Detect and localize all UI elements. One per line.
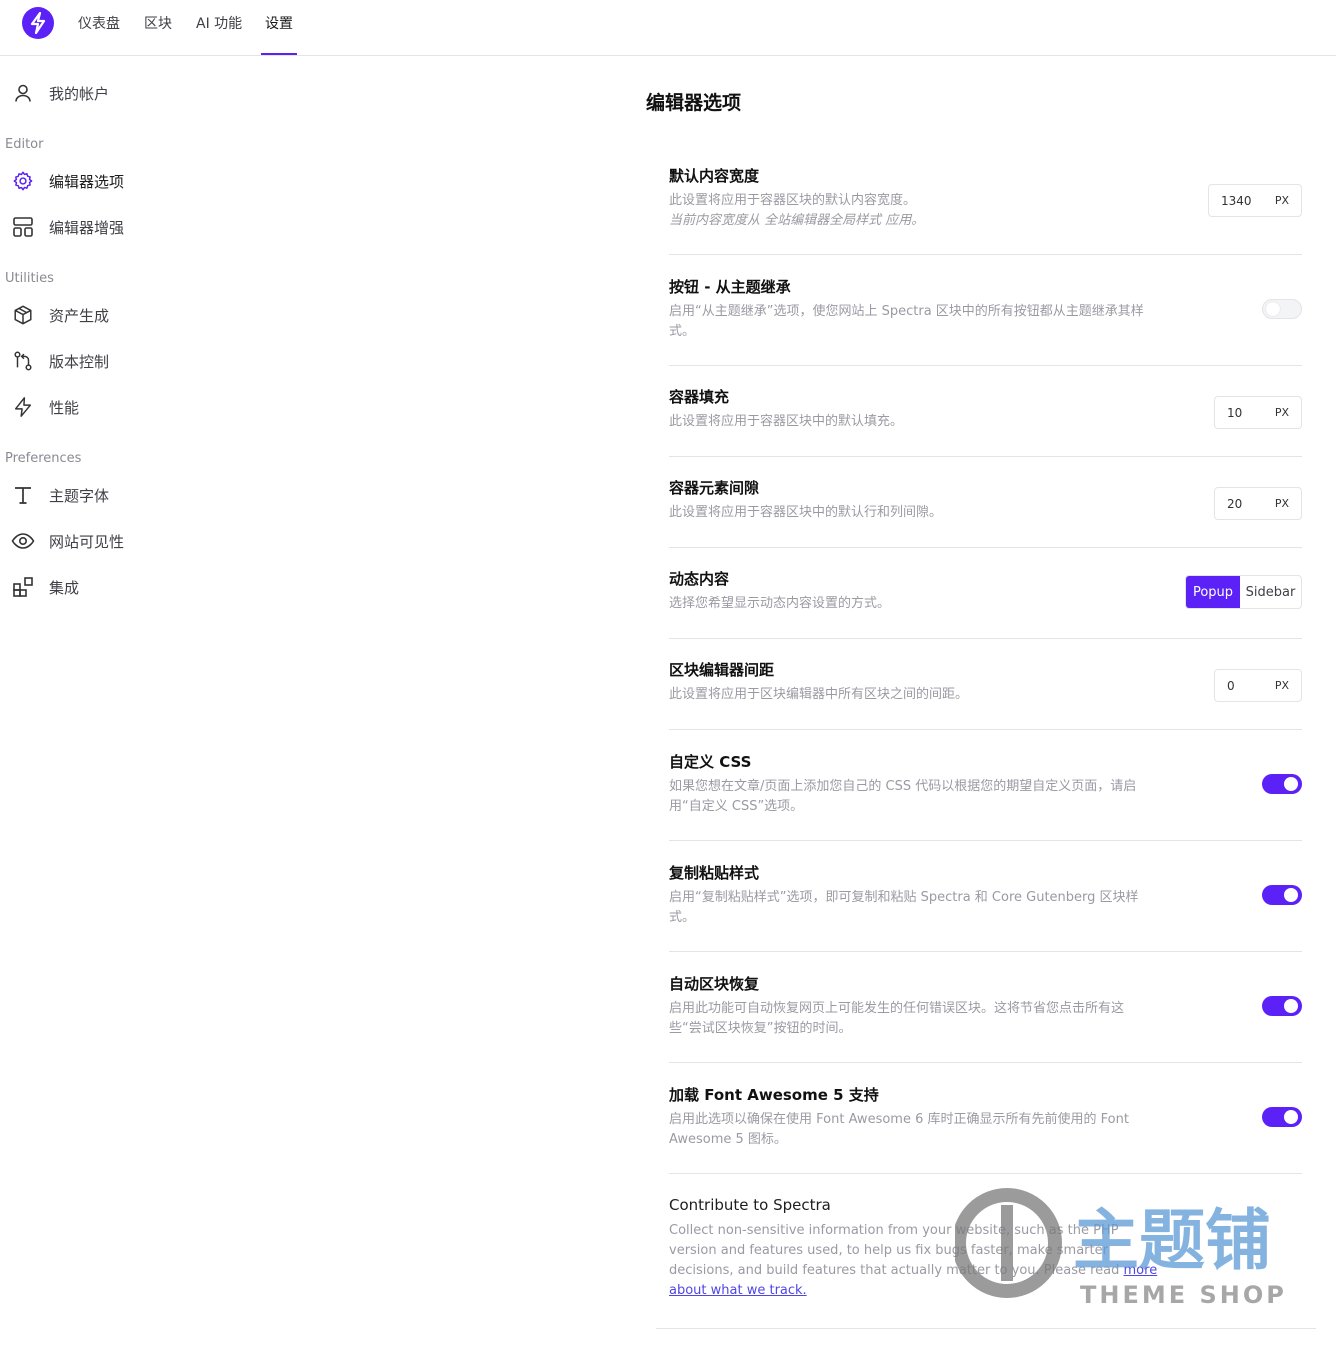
unit-label: PX	[1274, 497, 1289, 510]
sidebar-section-utilities: Utilities	[5, 271, 54, 286]
setting-description: 选择您希望显示动态内容设置的方式。	[669, 596, 891, 611]
setting-button-inherit-theme: 按钮 - 从主题继承 启用“从主题继承”选项，使您网站上 Spectra 区块中…	[669, 255, 1302, 366]
nav-dashboard[interactable]: 仪表盘	[78, 13, 120, 55]
git-branch-icon	[10, 348, 36, 374]
setting-description: 如果您想在文章/页面上添加您自己的 CSS 代码以根据您的期望自定义页面，请启用…	[669, 779, 1137, 814]
option-popup[interactable]: Popup	[1186, 576, 1240, 608]
eye-icon	[10, 528, 36, 554]
sidebar-item-editor-enhancements[interactable]: 编辑器增强	[10, 209, 270, 245]
setting-description: 启用“从主题继承”选项，使您网站上 Spectra 区块中的所有按钮都从主题继承…	[669, 304, 1144, 339]
block-spacing-input[interactable]: 0 PX	[1214, 669, 1302, 702]
copy-paste-toggle[interactable]	[1262, 885, 1302, 905]
sidebar-item-asset-generation[interactable]: 资产生成	[10, 297, 270, 333]
setting-description: 此设置将应用于容器区块的默认内容宽度。	[669, 193, 917, 208]
unit-label: PX	[1274, 194, 1289, 207]
setting-title: 自动区块恢复	[669, 975, 760, 993]
setting-container-gap: 容器元素间隙 此设置将应用于容器区块中的默认行和列间隙。 20 PX	[669, 457, 1302, 548]
sidebar-item-performance[interactable]: 性能	[10, 389, 270, 425]
lightning-icon	[10, 394, 36, 420]
sidebar-item-site-visibility[interactable]: 网站可见性	[10, 523, 270, 559]
setting-description: 此设置将应用于区块编辑器中所有区块之间的间距。	[669, 687, 969, 702]
spectra-logo-icon[interactable]	[22, 7, 54, 39]
toggle-knob	[1284, 999, 1298, 1013]
input-value: 1340	[1221, 193, 1252, 208]
container-padding-input[interactable]: 10 PX	[1214, 396, 1302, 429]
auto-recovery-toggle[interactable]	[1262, 996, 1302, 1016]
font-awesome-toggle[interactable]	[1262, 1107, 1302, 1127]
sidebar-item-label: 资产生成	[49, 306, 110, 325]
sidebar-item-integrations[interactable]: 集成	[10, 569, 270, 605]
setting-title: 按钮 - 从主题继承	[669, 278, 791, 296]
setting-title: 加载 Font Awesome 5 支持	[669, 1086, 879, 1104]
setting-default-content-width: 默认内容宽度 此设置将应用于容器区块的默认内容宽度。 当前内容宽度从 全站编辑器…	[669, 150, 1302, 255]
nav-blocks[interactable]: 区块	[144, 13, 172, 55]
divider	[656, 1328, 1316, 1329]
setting-title: 复制粘贴样式	[669, 864, 760, 882]
setting-title: 容器填充	[669, 388, 730, 406]
watermark-subtitle: THEME SHOP	[1080, 1281, 1287, 1309]
setting-description: 启用此功能可自动恢复网页上可能发生的任何错误区块。这将节省您点击所有这些“尝试区…	[669, 1001, 1125, 1036]
watermark: 主题铺 THEME SHOP	[952, 1185, 1315, 1319]
input-value: 0	[1227, 678, 1235, 693]
unit-label: PX	[1274, 406, 1289, 419]
input-value: 20	[1227, 496, 1243, 511]
setting-dynamic-content: 动态内容 选择您希望显示动态内容设置的方式。 Popup Sidebar	[669, 548, 1302, 639]
setting-description: 此设置将应用于容器区块中的默认填充。	[669, 414, 904, 429]
sidebar-item-label: 版本控制	[49, 352, 110, 371]
unit-label: PX	[1274, 679, 1289, 692]
container-gap-input[interactable]: 20 PX	[1214, 487, 1302, 520]
sidebar-section-editor: Editor	[5, 137, 44, 152]
setting-custom-css: 自定义 CSS 如果您想在文章/页面上添加您自己的 CSS 代码以根据您的期望自…	[669, 730, 1302, 841]
toggle-knob	[1266, 302, 1280, 316]
content-width-input[interactable]: 1340 PX	[1208, 184, 1302, 217]
input-value: 10	[1227, 405, 1243, 420]
active-tab-indicator	[261, 53, 297, 55]
sidebar-item-version-control[interactable]: 版本控制	[10, 343, 270, 379]
setting-description: 启用此选项以确保在使用 Font Awesome 6 库时正确显示所有先前使用的…	[669, 1112, 1129, 1147]
setting-font-awesome-5: 加载 Font Awesome 5 支持 启用此选项以确保在使用 Font Aw…	[669, 1063, 1302, 1174]
sidebar-item-label: 我的帐户	[49, 84, 110, 103]
sidebar-item-label: 网站可见性	[49, 532, 125, 551]
sidebar-item-label: 主题字体	[49, 486, 110, 505]
setting-title: 区块编辑器间距	[669, 661, 775, 679]
sidebar-item-editor-options[interactable]: 编辑器选项	[10, 163, 270, 199]
setting-title: 默认内容宽度	[669, 167, 760, 185]
toggle-knob	[1284, 1110, 1298, 1124]
setting-title: 容器元素间隙	[669, 479, 760, 497]
setting-title: Contribute to Spectra	[669, 1196, 831, 1214]
layout-icon	[10, 214, 36, 240]
option-sidebar[interactable]: Sidebar	[1240, 576, 1301, 608]
page-title: 编辑器选项	[646, 92, 742, 114]
sidebar-section-preferences: Preferences	[5, 451, 82, 466]
setting-block-editor-spacing: 区块编辑器间距 此设置将应用于区块编辑器中所有区块之间的间距。 0 PX	[669, 639, 1302, 730]
nav-ai-features[interactable]: AI 功能	[196, 13, 242, 55]
toggle-knob	[1284, 777, 1298, 791]
inherit-theme-toggle[interactable]	[1262, 299, 1302, 319]
top-navigation: 仪表盘 区块 AI 功能 设置	[0, 0, 1336, 56]
gear-icon	[10, 168, 36, 194]
integrations-icon	[10, 574, 36, 600]
toggle-knob	[1284, 888, 1298, 902]
setting-auto-block-recovery: 自动区块恢复 启用此功能可自动恢复网页上可能发生的任何错误区块。这将节省您点击所…	[669, 952, 1302, 1063]
custom-css-toggle[interactable]	[1262, 774, 1302, 794]
setting-note: 当前内容宽度从 全站编辑器全局样式 应用。	[669, 213, 925, 228]
setting-title: 自定义 CSS	[669, 753, 752, 771]
text-type-icon	[10, 482, 36, 508]
dynamic-content-segmented-control: Popup Sidebar	[1185, 575, 1302, 609]
setting-description: 此设置将应用于容器区块中的默认行和列间隙。	[669, 505, 943, 520]
setting-container-padding: 容器填充 此设置将应用于容器区块中的默认填充。 10 PX	[669, 366, 1302, 457]
sidebar-item-theme-fonts[interactable]: 主题字体	[10, 477, 270, 513]
user-icon	[10, 80, 36, 106]
sidebar-item-label: 性能	[49, 398, 80, 417]
setting-copy-paste-styles: 复制粘贴样式 启用“复制粘贴样式”选项，即可复制和粘贴 Spectra 和 Co…	[669, 841, 1302, 952]
sidebar-item-label: 编辑器增强	[49, 218, 125, 237]
setting-title: 动态内容	[669, 570, 730, 588]
sidebar-item-label: 编辑器选项	[49, 172, 125, 191]
watermark-brand: 主题铺	[1073, 1202, 1271, 1279]
sidebar-item-my-account[interactable]: 我的帐户	[10, 75, 270, 111]
sidebar-item-label: 集成	[49, 578, 80, 597]
setting-description: 启用“复制粘贴样式”选项，即可复制和粘贴 Spectra 和 Core Gute…	[669, 890, 1139, 925]
nav-settings[interactable]: 设置	[265, 13, 293, 55]
package-icon	[10, 302, 36, 328]
